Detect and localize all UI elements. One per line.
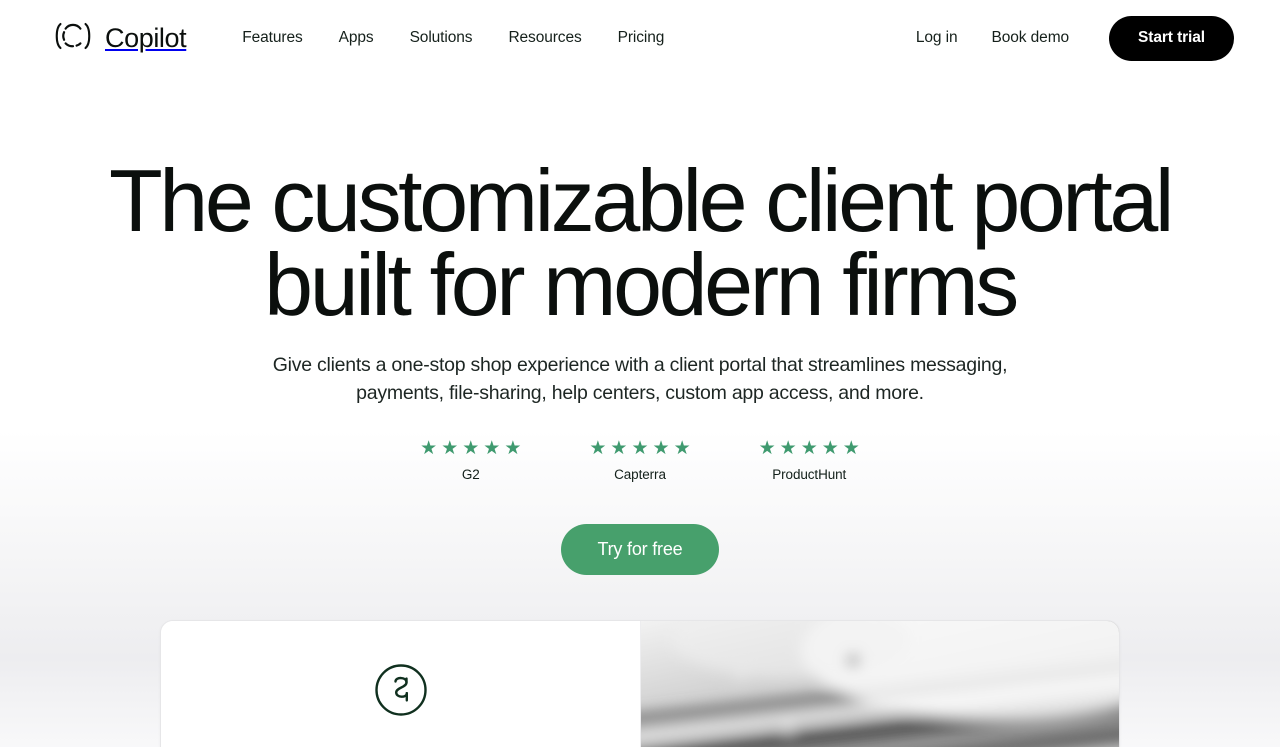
star-icon: ★ (631, 438, 649, 460)
star-icon: ★ (504, 438, 522, 460)
star-icon: ★ (420, 438, 438, 460)
hero-subtitle: Give clients a one-stop shop experience … (245, 352, 1035, 407)
rating-g2: ★ ★ ★ ★ ★ G2 (420, 439, 521, 482)
login-link[interactable]: Log in (916, 29, 958, 47)
star-icon: ★ (800, 438, 818, 460)
start-trial-button[interactable]: Start trial (1109, 15, 1234, 61)
main-navigation: Features Apps Solutions Resources Pricin… (242, 29, 664, 47)
page-viewport: Copilot Features Apps Solutions Resource… (0, 0, 1280, 747)
star-icon: ★ (821, 438, 839, 460)
star-icon: ★ (441, 438, 459, 460)
ratings-row: ★ ★ ★ ★ ★ G2 ★ ★ ★ ★ ★ Capterra ★ ★ ★ ★ … (0, 439, 1280, 482)
rating-label-producthunt: ProductHunt (772, 467, 847, 483)
star-icon: ★ (462, 438, 480, 460)
brand-logo-link[interactable]: Copilot (50, 21, 187, 56)
star-icon: ★ (483, 438, 501, 460)
circle-swirl-portal-logo-icon (374, 663, 428, 722)
site-header: Copilot Features Apps Solutions Resource… (0, 0, 1280, 76)
nav-item-pricing[interactable]: Pricing (618, 29, 665, 47)
hero-title-line-2: built for modern firms (264, 235, 1019, 335)
hero-subtitle-line-1: Give clients a one-stop shop experience … (272, 353, 905, 376)
star-icon: ★ (589, 438, 607, 460)
book-demo-link[interactable]: Book demo (992, 29, 1070, 47)
page-title: The customizable client portal built for… (80, 157, 1200, 329)
hero-section: The customizable client portal built for… (0, 76, 1280, 747)
rating-stars-producthunt: ★ ★ ★ ★ ★ (759, 439, 860, 458)
rating-capterra: ★ ★ ★ ★ ★ Capterra (589, 439, 690, 482)
preview-photo-panel (641, 621, 1119, 747)
star-icon: ★ (673, 438, 691, 460)
try-for-free-button[interactable]: Try for free (560, 524, 720, 576)
rating-label-g2: G2 (461, 467, 480, 483)
header-actions: Log in Book demo Start trial (916, 15, 1234, 61)
copilot-bracket-circle-logo-icon (50, 21, 96, 56)
nav-item-solutions[interactable]: Solutions (410, 29, 473, 47)
portal-login-panel: Continue with Google (161, 621, 641, 747)
brand-name: Copilot (105, 22, 187, 53)
cta-row: Try for free (0, 524, 1280, 576)
product-preview-card: Continue with Google (160, 620, 1120, 747)
star-icon: ★ (842, 438, 860, 460)
nav-item-resources[interactable]: Resources (508, 29, 581, 47)
rating-label-capterra: Capterra (614, 467, 666, 483)
rating-producthunt: ★ ★ ★ ★ ★ ProductHunt (759, 439, 860, 482)
rating-stars-capterra: ★ ★ ★ ★ ★ (589, 439, 690, 458)
star-icon: ★ (652, 438, 670, 460)
blurred-grayscale-photo (641, 621, 1119, 747)
star-icon: ★ (610, 438, 628, 460)
nav-item-features[interactable]: Features (242, 29, 302, 47)
nav-item-apps[interactable]: Apps (339, 29, 374, 47)
star-icon: ★ (758, 438, 776, 460)
star-icon: ★ (779, 438, 797, 460)
rating-stars-g2: ★ ★ ★ ★ ★ (420, 439, 521, 458)
